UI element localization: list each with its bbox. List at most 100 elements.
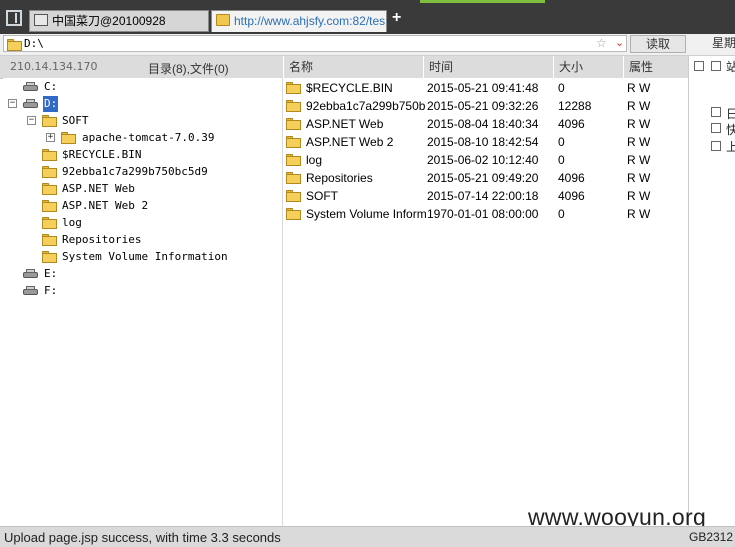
- checkbox[interactable]: [694, 61, 704, 71]
- file-name: 92ebba1c7a299b750b...: [306, 99, 426, 113]
- side-label: 日: [726, 107, 735, 121]
- path-input[interactable]: D:\ ☆ ⌄: [3, 35, 627, 52]
- file-attr: R W: [627, 171, 651, 185]
- load-indicator: [420, 0, 545, 3]
- tree-label: F:: [44, 284, 58, 297]
- hand-icon: [711, 123, 721, 133]
- item-count: 目录(8),文件(0): [148, 62, 229, 76]
- drive-icon: [23, 82, 39, 92]
- expand-icon[interactable]: +: [46, 133, 55, 142]
- folder-icon: [61, 132, 76, 144]
- table-row[interactable]: 92ebba1c7a299b750b... 2015-05-21 09:32:2…: [283, 97, 688, 115]
- drive-icon: [23, 99, 39, 109]
- file-size: 0: [558, 207, 565, 221]
- folder-icon: [42, 200, 57, 212]
- directory-tree: C: − D: − SOFT + apache-tomcat-7.0.39 $R…: [3, 78, 283, 526]
- read-button[interactable]: 读取: [630, 35, 686, 53]
- file-name: $RECYCLE.BIN: [306, 81, 393, 95]
- encoding-label[interactable]: GB2312: [689, 530, 733, 544]
- file-name: System Volume Inform...: [306, 207, 426, 221]
- new-tab-button[interactable]: +: [392, 9, 401, 27]
- tree-label: 92ebba1c7a299b750bc5d9: [62, 165, 208, 178]
- column-attr[interactable]: 属性: [623, 56, 688, 78]
- side-label: 上: [726, 140, 735, 154]
- file-name: ASP.NET Web 2: [306, 135, 394, 149]
- column-size[interactable]: 大小: [553, 56, 623, 78]
- tab-label: http://www.ahjsfy.com:82/tes...: [234, 14, 387, 28]
- tree-label: log: [62, 216, 82, 229]
- file-attr: R W: [627, 189, 651, 203]
- star-icon[interactable]: ☆: [596, 36, 607, 50]
- folder-icon: [42, 251, 57, 263]
- tab-strip: 中国菜刀@20100928 http://www.ahjsfy.com:82/t…: [0, 0, 735, 34]
- folder-icon: [216, 14, 230, 26]
- tree-label: SOFT: [62, 114, 89, 127]
- server-ip: 210.14.134.170: [10, 60, 98, 73]
- folder-icon: [42, 183, 57, 195]
- tree-label: Repositories: [62, 233, 142, 246]
- column-time[interactable]: 时间: [423, 56, 553, 78]
- file-size: 0: [558, 153, 565, 167]
- file-attr: R W: [627, 207, 651, 221]
- table-row[interactable]: Repositories 2015-05-21 09:49:20 4096 R …: [283, 169, 688, 187]
- tree-label: System Volume Information: [62, 250, 228, 263]
- side-label: 快: [726, 123, 735, 137]
- folder-icon: [42, 166, 57, 178]
- table-row[interactable]: SOFT 2015-07-14 22:00:18 4096 R W: [283, 187, 688, 205]
- file-time: 1970-01-01 08:00:00: [427, 207, 539, 221]
- table-row[interactable]: ASP.NET Web 2015-08-04 18:40:34 4096 R W: [283, 115, 688, 133]
- tree-label: ASP.NET Web 2: [62, 199, 149, 212]
- file-attr: R W: [627, 99, 651, 113]
- checkbox[interactable]: [711, 61, 721, 71]
- folder-icon: [42, 149, 57, 161]
- status-bar: Upload page.jsp success, with time 3.3 s…: [0, 526, 735, 547]
- tree-label: D:: [43, 96, 59, 112]
- table-row[interactable]: log 2015-06-02 10:12:40 0 R W: [283, 151, 688, 169]
- file-time: 2015-06-02 10:12:40: [427, 153, 539, 167]
- path-value: D:\: [24, 37, 44, 50]
- side-panel: 站 日 快 上: [688, 56, 735, 526]
- collapse-icon[interactable]: −: [8, 99, 17, 108]
- folder-icon: [42, 234, 57, 246]
- drive-icon: [23, 286, 39, 296]
- window-icon[interactable]: [6, 10, 22, 26]
- checkbox[interactable]: [711, 141, 721, 151]
- table-row[interactable]: System Volume Inform... 1970-01-01 08:00…: [283, 205, 688, 223]
- folder-icon: [286, 82, 301, 94]
- tree-label: E:: [44, 267, 58, 280]
- file-time: 2015-08-04 18:40:34: [427, 117, 539, 131]
- column-name[interactable]: 名称: [283, 56, 422, 78]
- clock-icon: [711, 107, 721, 117]
- tree-label: $RECYCLE.BIN: [62, 148, 142, 161]
- file-name: ASP.NET Web: [306, 117, 384, 131]
- folder-icon: [286, 136, 301, 148]
- folder-icon: [286, 190, 301, 202]
- file-size: 4096: [558, 171, 585, 185]
- file-attr: R W: [627, 135, 651, 149]
- table-row[interactable]: ASP.NET Web 2 2015-08-10 18:42:54 0 R W: [283, 133, 688, 151]
- tree-label: C:: [44, 80, 58, 93]
- file-attr: R W: [627, 81, 651, 95]
- collapse-icon[interactable]: −: [27, 116, 36, 125]
- file-name: Repositories: [306, 171, 373, 185]
- chevron-down-icon[interactable]: ⌄: [615, 36, 624, 49]
- file-time: 2015-08-10 18:42:54: [427, 135, 539, 149]
- file-attr: R W: [627, 153, 651, 167]
- file-time: 2015-05-21 09:32:26: [427, 99, 539, 113]
- file-attr: R W: [627, 117, 651, 131]
- tree-label: ASP.NET Web: [62, 182, 135, 195]
- file-time: 2015-07-14 22:00:18: [427, 189, 539, 203]
- table-row[interactable]: $RECYCLE.BIN 2015-05-21 09:41:48 0 R W: [283, 79, 688, 97]
- week-label: 星期: [712, 36, 735, 50]
- tab-caidao[interactable]: 中国菜刀@20100928: [29, 10, 209, 32]
- file-size: 4096: [558, 117, 585, 131]
- tree-label: apache-tomcat-7.0.39: [82, 131, 215, 144]
- side-label: 站: [726, 60, 735, 74]
- file-time: 2015-05-21 09:41:48: [427, 81, 539, 95]
- file-size: 4096: [558, 189, 585, 203]
- file-size: 0: [558, 81, 565, 95]
- tab-label: 中国菜刀@20100928: [52, 14, 166, 28]
- tab-url[interactable]: http://www.ahjsfy.com:82/tes...: [211, 10, 387, 32]
- status-text: Upload page.jsp success, with time 3.3 s…: [4, 530, 281, 545]
- folder-icon: [42, 115, 57, 127]
